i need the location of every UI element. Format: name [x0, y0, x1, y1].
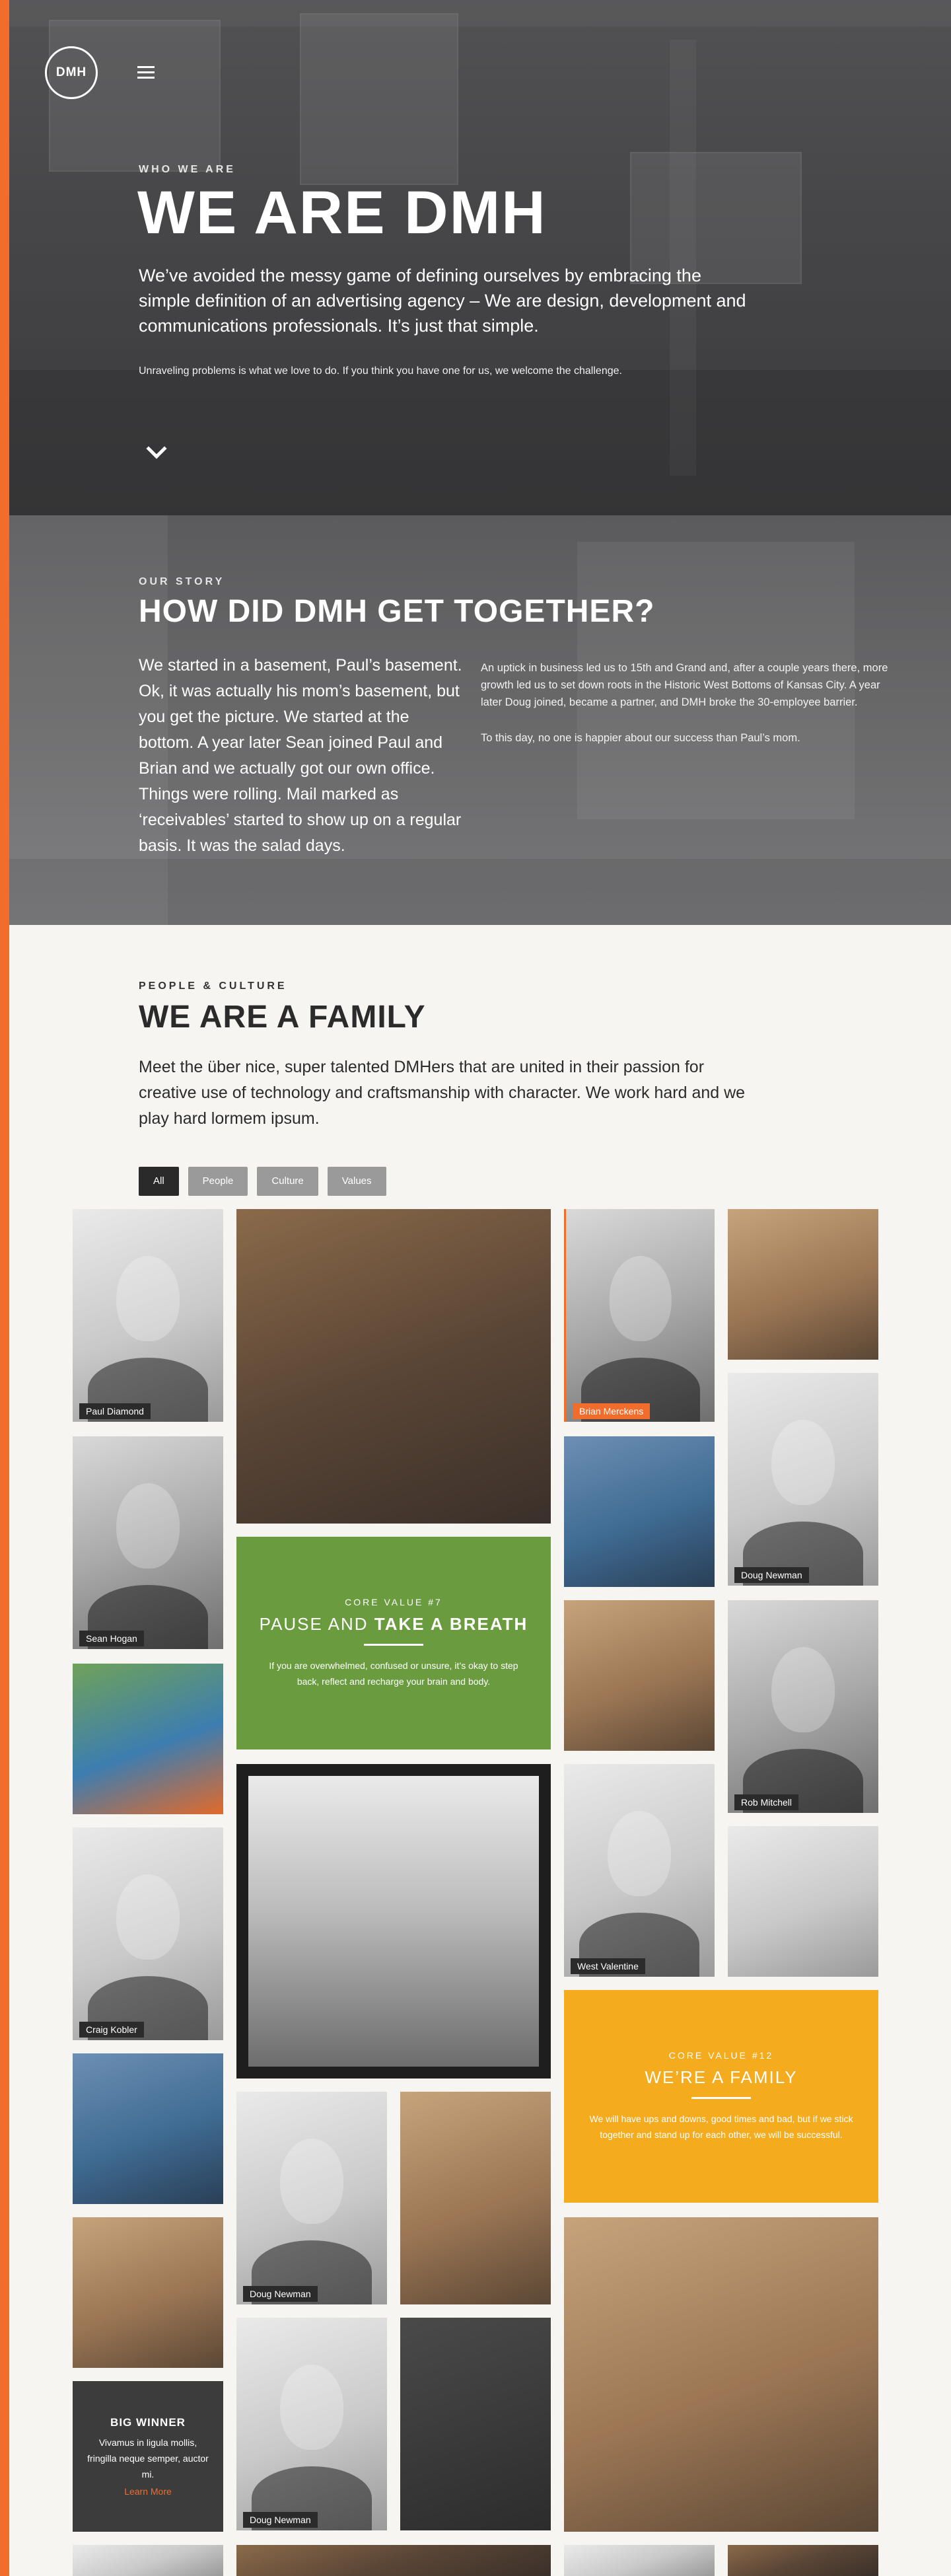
- core-value-kicker: CORE VALUE #7: [345, 1597, 442, 1607]
- culture-photo-tile[interactable]: [564, 2217, 878, 2532]
- team-member-tile[interactable]: Doug Newman: [236, 2092, 387, 2304]
- filter-culture[interactable]: Culture: [257, 1167, 318, 1196]
- team-member-tile[interactable]: Doug Newman: [236, 2318, 387, 2530]
- dmh-logo[interactable]: DMH: [45, 46, 98, 99]
- hero-title: WE ARE DMH: [137, 179, 547, 246]
- member-name: Paul Diamond: [79, 1403, 151, 1419]
- hero-lead: We’ve avoided the messy game of defining…: [139, 266, 746, 336]
- divider: [364, 1644, 423, 1646]
- team-member-tile[interactable]: Sean Hogan: [73, 1436, 223, 1649]
- member-name: Sean Hogan: [79, 1631, 144, 1646]
- hero-eyebrow: WHO WE ARE: [139, 164, 236, 175]
- core-value-heading: PAUSE AND TAKE A BREATH: [259, 1614, 528, 1634]
- culture-photo-tile[interactable]: [400, 2092, 551, 2304]
- team-member-tile[interactable]: [564, 2545, 715, 2576]
- filter-bar: All People Culture Values: [139, 1167, 386, 1196]
- culture-photo-tile[interactable]: [728, 1209, 878, 1360]
- our-story-section: OUR STORY HOW DID DMH GET TOGETHER? We s…: [9, 515, 951, 925]
- team-member-tile[interactable]: Craig Kobler: [73, 1827, 223, 2040]
- team-member-tile[interactable]: Doug Newman: [728, 1373, 878, 1586]
- winner-body: Vivamus in ligula mollis, fringilla nequ…: [87, 2437, 209, 2480]
- core-value-heading: WE’RE A FAMILY: [645, 2067, 798, 2087]
- story-eyebrow: OUR STORY: [139, 576, 225, 587]
- big-winner-card: BIG WINNER Vivamus in ligula mollis, fri…: [73, 2381, 223, 2532]
- member-name: Doug Newman: [734, 1567, 809, 1583]
- culture-photo-tile[interactable]: [236, 1209, 551, 1524]
- logo-text: DMH: [55, 65, 87, 79]
- core-value-body: If you are overwhelmed, confused or unsu…: [269, 1660, 518, 1687]
- story-paragraph: To this day, no one is happier about our…: [481, 732, 800, 744]
- member-name: Brian Merckens: [573, 1403, 651, 1419]
- story-left-text: We started in a basement, Paul’s basemen…: [139, 656, 462, 855]
- story-right-text: An uptick in business led us to 15th and…: [481, 659, 890, 765]
- background-street: [9, 859, 951, 925]
- culture-photo-tile[interactable]: [73, 2053, 223, 2204]
- culture-photo-tile[interactable]: [564, 1436, 715, 1587]
- story-paragraph: An uptick in business led us to 15th and…: [481, 662, 888, 708]
- menu-icon[interactable]: [137, 66, 155, 79]
- core-value-body: We will have ups and downs, good times a…: [589, 2114, 853, 2140]
- culture-photo-tile[interactable]: [236, 2545, 551, 2576]
- family-intro: Meet the über nice, super talented DMHer…: [139, 1058, 746, 1128]
- hero-subtext: Unraveling problems is what we love to d…: [139, 365, 622, 377]
- team-member-tile[interactable]: Brian Merckens: [564, 1209, 715, 1422]
- member-name: Craig Kobler: [79, 2022, 144, 2038]
- culture-photo-tile[interactable]: [73, 1664, 223, 1814]
- hero-section: DMH WHO WE ARE WE ARE DMH We’ve avoided …: [9, 0, 951, 515]
- family-eyebrow: PEOPLE & CULTURE: [139, 980, 287, 992]
- winner-heading: BIG WINNER: [110, 2416, 186, 2429]
- divider: [691, 2097, 751, 2099]
- family-title: WE ARE A FAMILY: [139, 1000, 426, 1035]
- culture-photo-tile[interactable]: [73, 2217, 223, 2368]
- culture-photo-tile[interactable]: [400, 2318, 551, 2530]
- filter-people[interactable]: People: [188, 1167, 248, 1196]
- culture-photo-tile[interactable]: [728, 1826, 878, 1977]
- story-title: HOW DID DMH GET TOGETHER?: [139, 594, 655, 629]
- learn-more-link[interactable]: Learn More: [124, 2486, 172, 2497]
- accent-bar: [0, 0, 9, 2576]
- member-name: Doug Newman: [243, 2286, 318, 2302]
- core-value-card: CORE VALUE #12 WE’RE A FAMILY We will ha…: [564, 1990, 878, 2203]
- team-member-tile[interactable]: Paul Diamond: [73, 1209, 223, 1422]
- culture-photo-tile[interactable]: [564, 1600, 715, 1751]
- filter-values[interactable]: Values: [327, 1167, 386, 1196]
- member-name: West Valentine: [571, 1958, 645, 1974]
- team-member-tile[interactable]: Rob Mitchell: [728, 1600, 878, 1813]
- core-value-card: CORE VALUE #7 PAUSE AND TAKE A BREATH If…: [236, 1537, 551, 1749]
- culture-photo-tile[interactable]: [236, 1764, 551, 2079]
- member-name: Doug Newman: [243, 2512, 318, 2528]
- member-name: Rob Mitchell: [734, 1794, 799, 1810]
- team-member-tile[interactable]: West Valentine: [564, 1764, 715, 1977]
- culture-photo-tile[interactable]: [728, 2545, 878, 2576]
- team-member-tile[interactable]: [73, 2545, 223, 2576]
- filter-all[interactable]: All: [139, 1167, 179, 1196]
- core-value-kicker: CORE VALUE #12: [668, 2050, 774, 2061]
